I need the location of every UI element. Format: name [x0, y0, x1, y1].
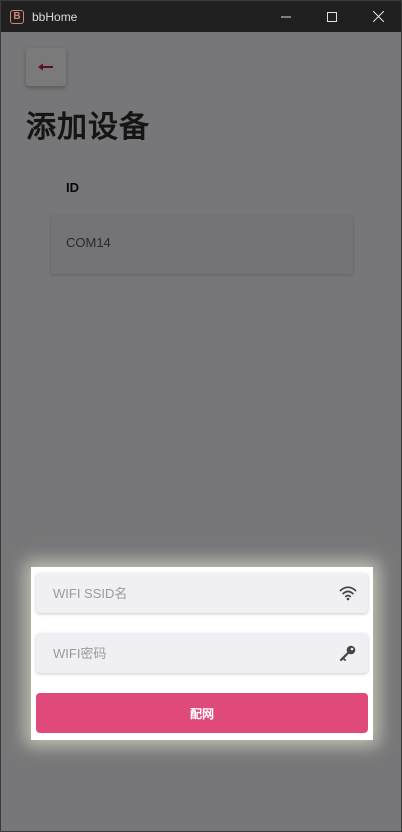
close-button[interactable] — [355, 1, 401, 32]
key-icon — [338, 643, 358, 663]
window-controls — [263, 1, 401, 32]
app-window: B bbHome WIFI SSID名 配网 — [0, 0, 402, 832]
minimize-button[interactable] — [263, 1, 309, 32]
maximize-icon — [327, 11, 337, 22]
close-icon — [372, 11, 384, 22]
title-bar[interactable]: B bbHome — [1, 1, 401, 32]
password-field — [36, 633, 368, 673]
window-title: bbHome — [32, 9, 78, 24]
minimize-icon — [281, 16, 291, 17]
wifi-icon — [338, 583, 358, 603]
wifi-config-dialog: 配网 — [31, 567, 373, 740]
password-input[interactable] — [36, 633, 326, 673]
maximize-button[interactable] — [309, 1, 355, 32]
ssid-field — [36, 573, 368, 613]
ssid-input[interactable] — [36, 573, 326, 613]
app-icon: B — [10, 9, 24, 24]
configure-network-button[interactable]: 配网 — [36, 693, 368, 733]
